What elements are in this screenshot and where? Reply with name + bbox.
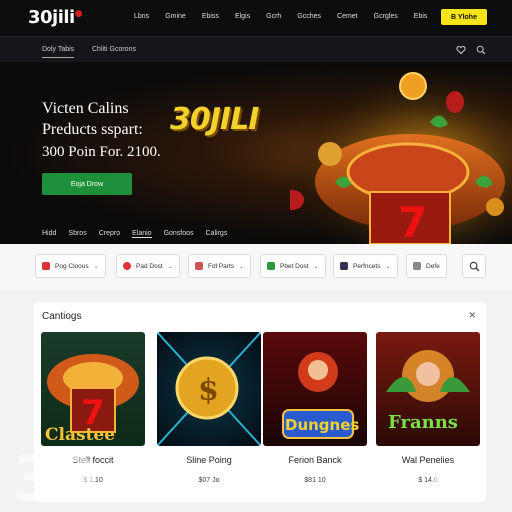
- category-chip[interactable]: Perfncets ⌄: [333, 254, 398, 278]
- game-card[interactable]: Franns Wal Penelies $ 14.0: [376, 332, 480, 484]
- nav-item[interactable]: Gcrh: [266, 13, 281, 20]
- subtab-daily[interactable]: Doly Tabis: [42, 46, 75, 58]
- game-art-label: Dungnes: [285, 416, 359, 434]
- category-icon: [195, 262, 203, 270]
- hero-banner: 7 Victen Calins Preducts sspart: 30JILI …: [0, 62, 512, 244]
- hero-tab[interactable]: Calirgs: [206, 230, 228, 238]
- game-meta: $ 1.10: [83, 477, 103, 484]
- subtab-categories[interactable]: Chliti Gcorons: [92, 46, 136, 53]
- hero-tab[interactable]: Sbros: [68, 230, 86, 238]
- chip-label: Fdl Parts: [208, 262, 235, 270]
- category-chip[interactable]: Defe: [406, 254, 447, 278]
- site-logo[interactable]: 30jili●: [28, 7, 83, 28]
- logo-dot: ●: [74, 9, 83, 19]
- top-navbar: 30jili● Lbns Gmine Ebiss Elgis Gcrh Gcch…: [0, 0, 512, 36]
- nav-item[interactable]: Gmine: [165, 13, 186, 20]
- game-meta: $ 14.0: [418, 477, 438, 484]
- nav-item[interactable]: Lbns: [134, 13, 149, 20]
- search-button[interactable]: [462, 254, 486, 278]
- nav-item[interactable]: Cemet: [337, 13, 358, 20]
- game-name: Sline Poing: [186, 455, 232, 465]
- game-meta: $07 Jo: [198, 477, 220, 484]
- search-icon[interactable]: [476, 45, 486, 55]
- cta-button[interactable]: B Ylohe: [441, 9, 487, 25]
- game-name: Stell foccit: [72, 455, 114, 465]
- category-filter-bar: Pog Cloous ⌄ Pad Dost ⌄ Fdl Parts ⌄ Pbet…: [0, 244, 512, 290]
- panel-title: Cantiogs: [42, 311, 82, 322]
- game-card[interactable]: $ Sline Poing $07 Jo: [157, 332, 261, 484]
- chip-label: Perfncets: [353, 262, 381, 270]
- category-icon: [413, 262, 421, 270]
- game-meta: $81 10: [304, 477, 326, 484]
- hero-brand-text: 30JILI: [170, 102, 259, 137]
- chip-label: Pog Cloous: [55, 262, 89, 270]
- game-name: Ferion Banck: [288, 455, 342, 465]
- games-panel: Cantiogs ✕ 7 Clastee Stell foccit $ 1.10…: [34, 302, 486, 502]
- main-nav: Lbns Gmine Ebiss Elgis Gcrh Gcches Cemet…: [134, 13, 443, 20]
- hero-headline: Victen Calins Preducts sspart:: [42, 98, 143, 140]
- category-icon: [340, 262, 348, 270]
- fairy-art: Franns: [386, 350, 470, 433]
- game-art-label: Franns: [388, 412, 458, 433]
- chevron-down-icon: ⌄: [167, 263, 173, 270]
- warrior-art: Dungnes: [282, 352, 359, 439]
- heart-icon[interactable]: [456, 45, 466, 55]
- hero-cta-button[interactable]: Eoja Drow: [42, 173, 132, 195]
- svg-text:7: 7: [398, 198, 427, 244]
- sub-navbar: Doly Tabis Chliti Gcorons: [0, 36, 512, 62]
- slot-machine-art: 7 Clastee: [45, 354, 139, 445]
- chevron-down-icon: ⌄: [313, 263, 319, 270]
- hero-tab-active[interactable]: Elanio: [132, 230, 152, 238]
- nav-item[interactable]: Ebiss: [202, 13, 219, 20]
- category-icon: [42, 262, 50, 270]
- chip-label: Pbet Dost: [280, 262, 309, 270]
- slot-machine-illustration: 7: [290, 62, 512, 244]
- category-chip[interactable]: Pog Cloous ⌄: [35, 254, 106, 278]
- chevron-down-icon: ⌄: [93, 263, 99, 270]
- game-card[interactable]: 7 Clastee Stell foccit $ 1.10: [41, 332, 145, 484]
- hero-subtitle: 300 Poin For. 2100.: [42, 144, 161, 160]
- close-icon[interactable]: ✕: [468, 310, 476, 321]
- game-thumbnail[interactable]: Franns: [376, 332, 480, 446]
- hero-tab[interactable]: Crepro: [99, 230, 120, 238]
- game-art-label: Clastee: [45, 425, 115, 445]
- chevron-down-icon: ⌄: [385, 263, 391, 270]
- hero-tab[interactable]: Hidd: [42, 230, 56, 238]
- chevron-down-icon: ⌄: [239, 263, 245, 270]
- hero-line-2: Preducts sspart:: [42, 121, 143, 138]
- chip-label: Defe: [426, 262, 440, 270]
- category-icon: [267, 262, 275, 270]
- hero-tab[interactable]: Gonsfoos: [164, 230, 194, 238]
- hero-line-1: Victen Calins: [42, 100, 129, 117]
- game-thumbnail[interactable]: 7 Clastee: [41, 332, 145, 446]
- game-card[interactable]: Dungnes Ferion Banck $81 10: [263, 332, 367, 484]
- game-thumbnail[interactable]: Dungnes: [263, 332, 367, 446]
- nav-item[interactable]: Gcrgles: [374, 13, 398, 20]
- category-icon: [123, 262, 131, 270]
- game-name: Wal Penelies: [401, 455, 455, 465]
- search-icon: [469, 261, 480, 272]
- hero-tabs: Hidd Sbros Crepro Elanio Gonsfoos Calirg…: [42, 230, 239, 238]
- sub-icons: [456, 45, 486, 55]
- category-chip[interactable]: Pad Dost ⌄: [116, 254, 180, 278]
- category-chip[interactable]: Fdl Parts ⌄: [188, 254, 252, 278]
- logo-text: 30jili: [28, 7, 75, 28]
- coin-symbol: $: [198, 373, 219, 408]
- nav-item[interactable]: Elgis: [235, 13, 250, 20]
- nav-item[interactable]: Gcches: [297, 13, 321, 20]
- nav-item[interactable]: Ebis: [414, 13, 428, 20]
- chip-label: Pad Dost: [136, 262, 163, 270]
- coin-art: $: [157, 332, 261, 446]
- game-thumbnail[interactable]: $: [157, 332, 261, 446]
- category-chip[interactable]: Pbet Dost ⌄: [260, 254, 326, 278]
